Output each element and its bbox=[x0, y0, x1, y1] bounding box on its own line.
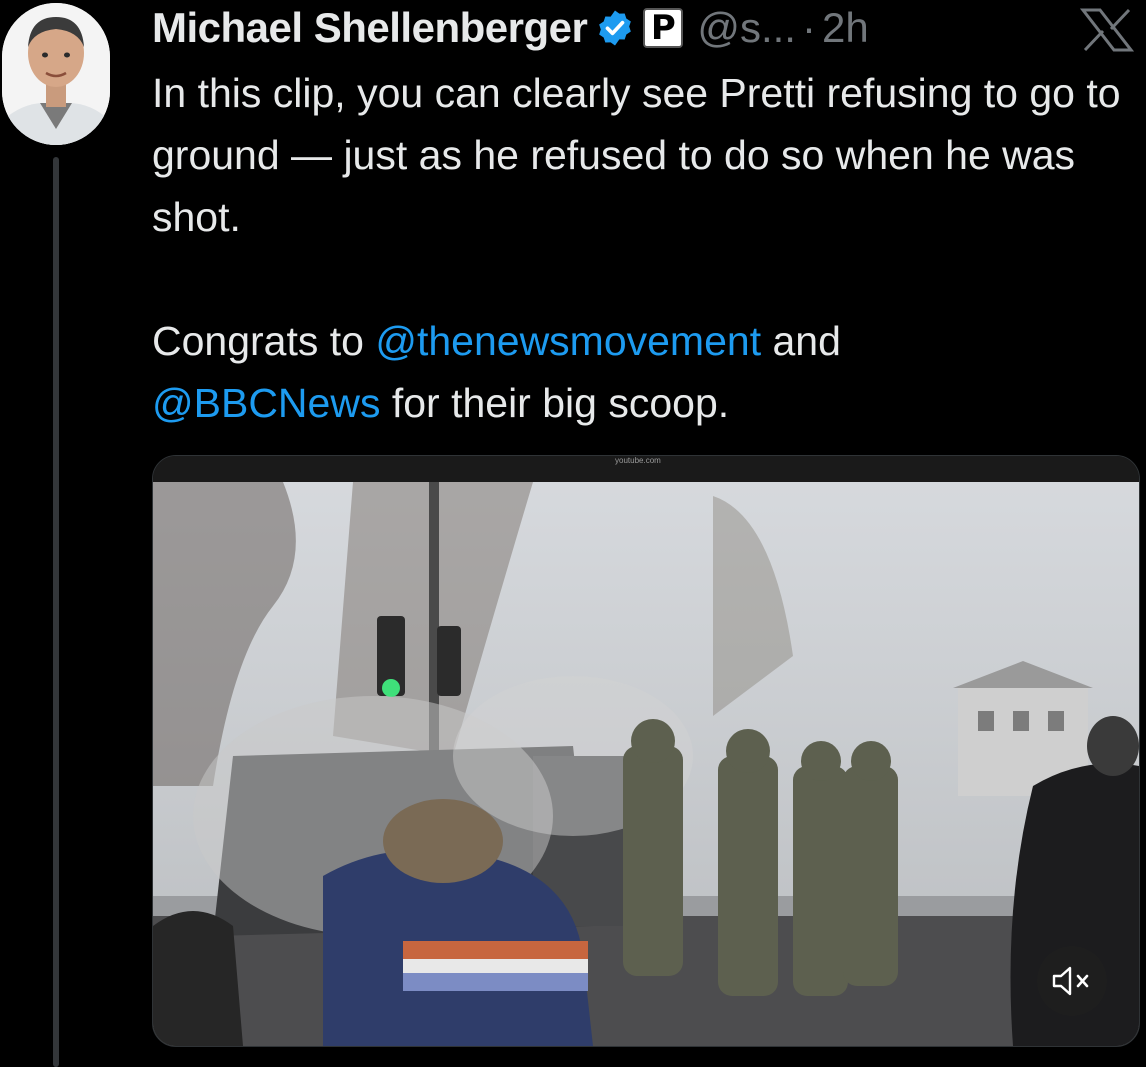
tweet[interactable]: Michael Shellenberger P @s... · 2h In th… bbox=[0, 0, 1146, 1067]
mention-link[interactable]: @thenewsmovement bbox=[375, 318, 761, 364]
video-frame bbox=[153, 482, 1139, 1046]
timestamp[interactable]: 2h bbox=[822, 4, 869, 52]
x-logo-icon bbox=[1079, 8, 1135, 52]
speaker-muted-icon bbox=[1052, 966, 1089, 996]
separator-dot: · bbox=[801, 4, 816, 51]
avatar-photo bbox=[2, 3, 110, 145]
author-handle[interactable]: @s... bbox=[697, 4, 796, 52]
text-segment: for their big scoop. bbox=[380, 380, 730, 426]
author-name[interactable]: Michael Shellenberger bbox=[152, 4, 588, 52]
tweet-paragraph-1: In this clip, you can clearly see Pretti… bbox=[152, 70, 1121, 240]
mute-button[interactable] bbox=[1037, 946, 1107, 1016]
text-segment: Congrats to bbox=[152, 318, 376, 364]
thread-line bbox=[53, 157, 59, 1067]
mention-link[interactable]: @BBCNews bbox=[152, 380, 380, 426]
tweet-text: In this clip, you can clearly see Pretti… bbox=[152, 62, 1132, 434]
media-source-bar: youtube.com bbox=[153, 456, 1139, 482]
video-player[interactable]: youtube.com bbox=[152, 455, 1140, 1047]
tweet-paragraph-2: Congrats to @thenewsmovement and @BBCNews… bbox=[152, 310, 1132, 434]
verified-badge-icon bbox=[595, 8, 635, 48]
media-source-label: youtube.com bbox=[615, 456, 661, 465]
tweet-header: Michael Shellenberger P @s... · 2h bbox=[152, 0, 869, 56]
text-segment: and bbox=[761, 318, 841, 364]
affiliate-badge[interactable]: P bbox=[643, 8, 684, 48]
avatar[interactable] bbox=[2, 3, 110, 145]
